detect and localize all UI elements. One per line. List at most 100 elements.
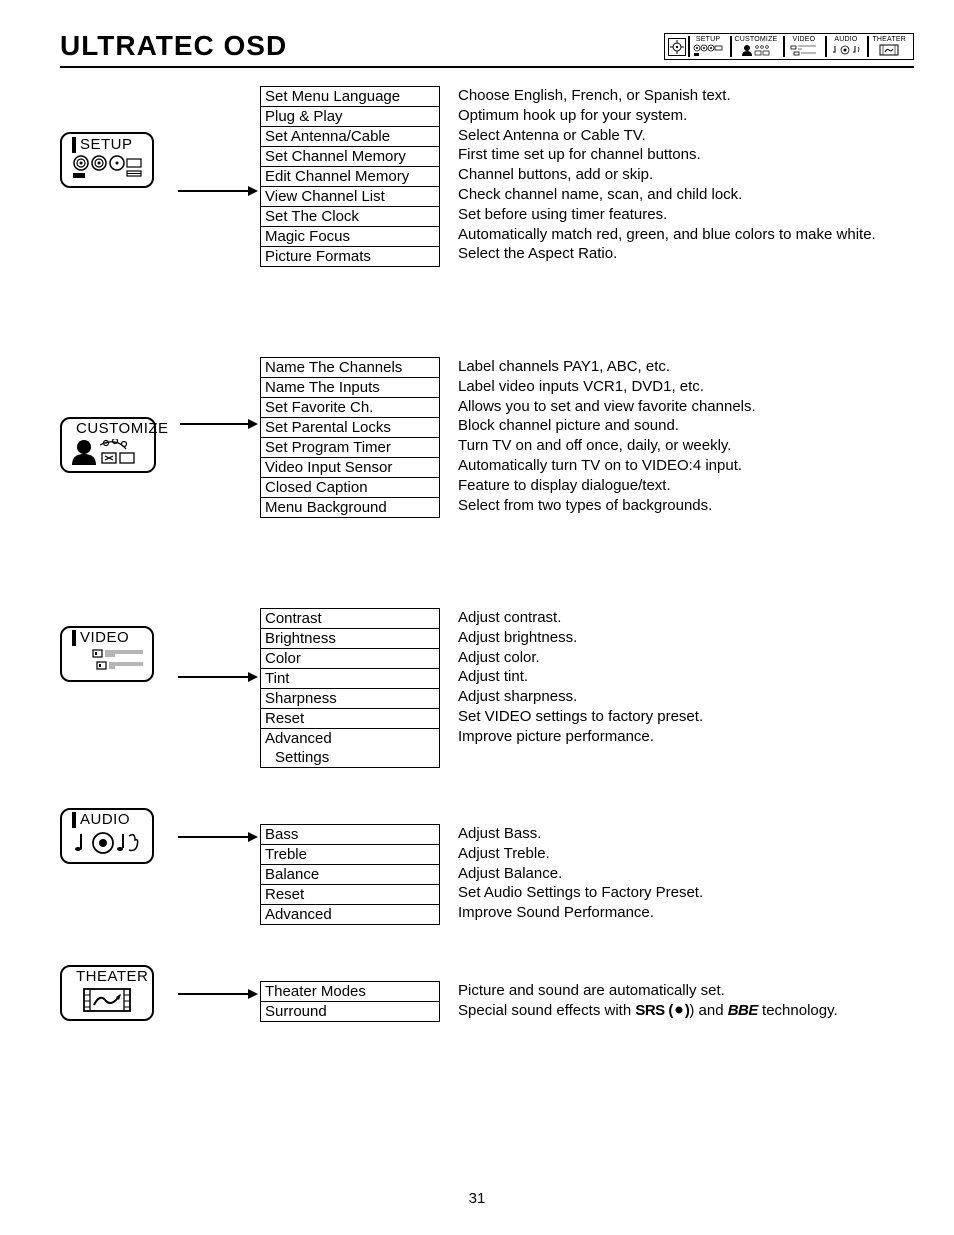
theater-icon [874, 43, 904, 57]
desc-col: Adjust Bass. Adjust Treble. Adjust Balan… [440, 824, 703, 923]
desc-col: Adjust contrast. Adjust brightness. Adju… [440, 608, 703, 747]
customize-icon [741, 43, 771, 57]
badge-title: AUDIO [80, 811, 130, 828]
menu-desc: Select from two types of backgrounds. [458, 496, 756, 516]
menu-item: Balance [261, 865, 439, 885]
nav-label: CUSTOMIZE [735, 36, 778, 43]
desc-text: technology. [758, 1002, 838, 1019]
menu-item: Closed Caption [261, 478, 439, 498]
menu-item: Set Favorite Ch. [261, 398, 439, 418]
menu-desc: Turn TV on and off once, daily, or weekl… [458, 436, 756, 456]
video-icon [789, 43, 819, 57]
nav-item-theater: THEATER [867, 36, 910, 57]
menu-desc: Feature to display dialogue/text. [458, 476, 756, 496]
menu-item: Tint [261, 669, 439, 689]
menu-desc: Adjust tint. [458, 667, 703, 687]
menu-item: Set The Clock [261, 207, 439, 227]
menu-box-audio: Bass Treble Balance Reset Advanced [260, 824, 440, 925]
nav-item-audio: AUDIO [825, 36, 865, 57]
nav-item-setup: SETUP [688, 36, 728, 57]
menu-item: Picture Formats [261, 247, 439, 266]
menu-item: Brightness [261, 629, 439, 649]
section-audio: AUDIO Bass Treble Balance Reset Advanced… [60, 808, 914, 925]
menu-desc: Optimum hook up for your system. [458, 106, 876, 126]
nav-label: THEATER [872, 36, 906, 43]
menu-item: Set Parental Locks [261, 418, 439, 438]
badge-title: VIDEO [80, 629, 129, 646]
menu-desc: Adjust Bass. [458, 824, 703, 844]
menu-item: Advanced [261, 729, 439, 748]
menu-desc: Adjust Treble. [458, 844, 703, 864]
menu-desc: Block channel picture and sound. [458, 416, 756, 436]
menu-desc: Improve Sound Performance. [458, 903, 703, 923]
menu-box-video: Contrast Brightness Color Tint Sharpness… [260, 608, 440, 768]
menu-item: Bass [261, 825, 439, 845]
menu-desc: Label video inputs VCR1, DVD1, etc. [458, 377, 756, 397]
page-number: 31 [0, 1190, 954, 1207]
menu-box-customize: Name The Channels Name The Inputs Set Fa… [260, 357, 440, 518]
menu-item: Edit Channel Memory [261, 167, 439, 187]
menu-item: Set Program Timer [261, 438, 439, 458]
menu-desc: Choose English, French, or Spanish text. [458, 86, 876, 106]
badge-customize: CUSTOMIZE [60, 417, 156, 473]
menu-desc: Picture and sound are automatically set. [458, 981, 838, 1001]
desc-col: Label channels PAY1, ABC, etc. Label vid… [440, 357, 756, 515]
audio-icon [831, 43, 861, 57]
menu-item: Name The Channels [261, 358, 439, 378]
menu-item: Magic Focus [261, 227, 439, 247]
page-header: ULTRATEC OSD SETUP CUSTOMIZE VIDEO [60, 30, 914, 68]
menu-desc: Adjust brightness. [458, 628, 703, 648]
desc-text: ) and [689, 1002, 727, 1019]
badge-video: VIDEO [60, 626, 154, 682]
badge-title: SETUP [80, 136, 133, 153]
nav-item-video: VIDEO [783, 36, 823, 57]
menu-item: Name The Inputs [261, 378, 439, 398]
menu-desc: Special sound effects with SRS ()) and B… [458, 1001, 838, 1021]
theater-badge-icon [74, 987, 140, 1018]
section-customize: CUSTOMIZE Name The Channels Name The Inp… [60, 357, 914, 518]
page-title: ULTRATEC OSD [60, 30, 287, 62]
badge-theater: THEATER [60, 965, 154, 1021]
video-badge-icon [69, 648, 145, 679]
menu-desc: Select Antenna or Cable TV. [458, 126, 876, 146]
menu-desc: Automatically turn TV on to VIDEO:4 inpu… [458, 456, 756, 476]
desc-text: Special sound effects with [458, 1002, 635, 1019]
srs-logo: SRS ( [635, 1002, 673, 1019]
badge-setup: SETUP [60, 132, 154, 188]
menu-box-setup: Set Menu Language Plug & Play Set Antenn… [260, 86, 440, 267]
setup-icon [693, 43, 723, 57]
customize-badge-icon [70, 439, 146, 470]
badge-title: THEATER [76, 968, 148, 985]
menu-item: Set Antenna/Cable [261, 127, 439, 147]
menu-item: Settings [261, 748, 439, 767]
menu-item: Set Channel Memory [261, 147, 439, 167]
menu-desc: Adjust contrast. [458, 608, 703, 628]
section-video: VIDEO Contrast Brightness Color Tint Sha… [60, 608, 914, 768]
nav-label: VIDEO [793, 36, 816, 43]
nav-label: AUDIO [834, 36, 857, 43]
menu-desc: Check channel name, scan, and child lock… [458, 185, 876, 205]
menu-desc: Adjust color. [458, 648, 703, 668]
menu-desc: Adjust sharpness. [458, 687, 703, 707]
menu-desc: Channel buttons, add or skip. [458, 165, 876, 185]
nav-label: SETUP [696, 36, 720, 43]
nav-lead-icon [668, 38, 686, 56]
menu-item: Sharpness [261, 689, 439, 709]
menu-desc: Set Audio Settings to Factory Preset. [458, 883, 703, 903]
menu-item: Plug & Play [261, 107, 439, 127]
menu-item: Surround [261, 1002, 439, 1021]
menu-desc: Adjust Balance. [458, 864, 703, 884]
menu-desc: First time set up for channel buttons. [458, 145, 876, 165]
menu-box-theater: Theater Modes Surround [260, 981, 440, 1022]
menu-item: Advanced [261, 905, 439, 924]
nav-item-customize: CUSTOMIZE [730, 36, 782, 57]
menu-item: View Channel List [261, 187, 439, 207]
menu-desc: Set VIDEO settings to factory preset. [458, 707, 703, 727]
bbe-logo: BBE [728, 1002, 758, 1019]
menu-desc: Improve picture performance. [458, 727, 703, 747]
menu-desc: Label channels PAY1, ABC, etc. [458, 357, 756, 377]
badge-audio: AUDIO [60, 808, 154, 864]
menu-item: Reset [261, 709, 439, 729]
menu-item: Reset [261, 885, 439, 905]
section-setup: SETUP Set Menu Language Plug & Play Set … [60, 86, 914, 267]
